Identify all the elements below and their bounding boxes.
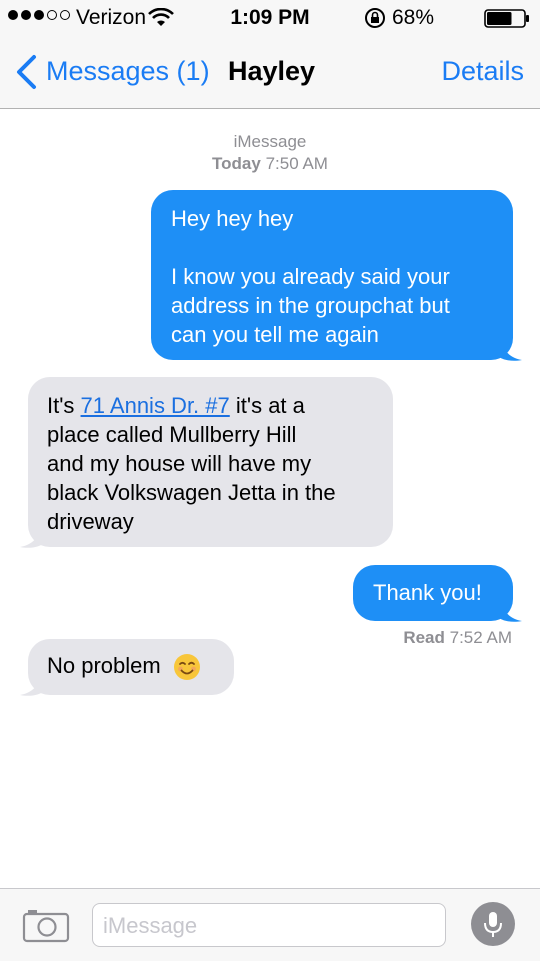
incoming-message-bubble[interactable]: No problem	[28, 639, 234, 695]
outgoing-bubble-tail	[498, 597, 522, 622]
message-line: and my house will have my	[47, 451, 312, 476]
details-button[interactable]: Details	[441, 56, 524, 87]
read-label: Read	[403, 628, 445, 647]
battery-percentage: 68%	[392, 6, 435, 29]
incoming-bubble-tail	[20, 523, 44, 548]
outgoing-bubble-tail	[498, 336, 522, 361]
message-line: black Volkswagen Jetta in the	[47, 480, 336, 505]
message-line: can you tell me again	[171, 322, 379, 347]
outgoing-message-bubble[interactable]: Hey hey hey I know you already said your…	[151, 190, 513, 360]
conversation-header: iMessage Today 7:50 AM	[0, 131, 540, 175]
read-time: 7:52 AM	[449, 628, 512, 647]
chevron-left-icon[interactable]	[14, 54, 40, 90]
message-text: It's	[47, 393, 81, 418]
message-input-bar: iMessage	[0, 888, 540, 961]
message-line: Hey hey hey	[171, 206, 294, 231]
message-line: driveway	[47, 509, 134, 534]
incoming-bubble-tail	[20, 671, 44, 696]
rotation-lock-icon	[365, 8, 385, 28]
navigation-bar: Messages (1) Hayley Details	[0, 36, 540, 109]
battery-icon	[484, 9, 529, 28]
contact-name-title: Hayley	[228, 56, 316, 86]
camera-icon[interactable]	[22, 907, 70, 943]
message-line: address in the groupchat but	[171, 293, 450, 318]
status-bar: Verizon 1:09 PM 68%	[0, 0, 540, 36]
message-line: It's 71 Annis Dr. #7 it's at a	[47, 391, 374, 420]
date-label: Today	[212, 154, 261, 173]
incoming-message-bubble[interactable]: It's 71 Annis Dr. #7 it's at a place cal…	[28, 377, 393, 547]
read-receipt: Read 7:52 AM	[403, 628, 512, 648]
outgoing-message-bubble[interactable]: Thank you!	[353, 565, 513, 621]
message-text: Thank you!	[373, 580, 482, 605]
message-text: No problem	[47, 653, 161, 678]
back-to-messages-button[interactable]: Messages (1)	[46, 56, 210, 87]
timestamp: Today 7:50 AM	[0, 153, 540, 175]
smiling-face-icon	[173, 654, 200, 681]
message-text: it's at a	[229, 393, 305, 418]
message-input[interactable]: iMessage	[92, 903, 446, 947]
message-line: I know you already said your	[171, 264, 450, 289]
address-link[interactable]: 71 Annis Dr. #7	[81, 393, 230, 418]
message-line: place called Mullberry Hill	[47, 422, 297, 447]
clock: 1:09 PM	[230, 6, 310, 29]
service-label: iMessage	[233, 132, 307, 151]
microphone-icon[interactable]	[470, 901, 516, 947]
date-time: 7:50 AM	[265, 154, 328, 173]
